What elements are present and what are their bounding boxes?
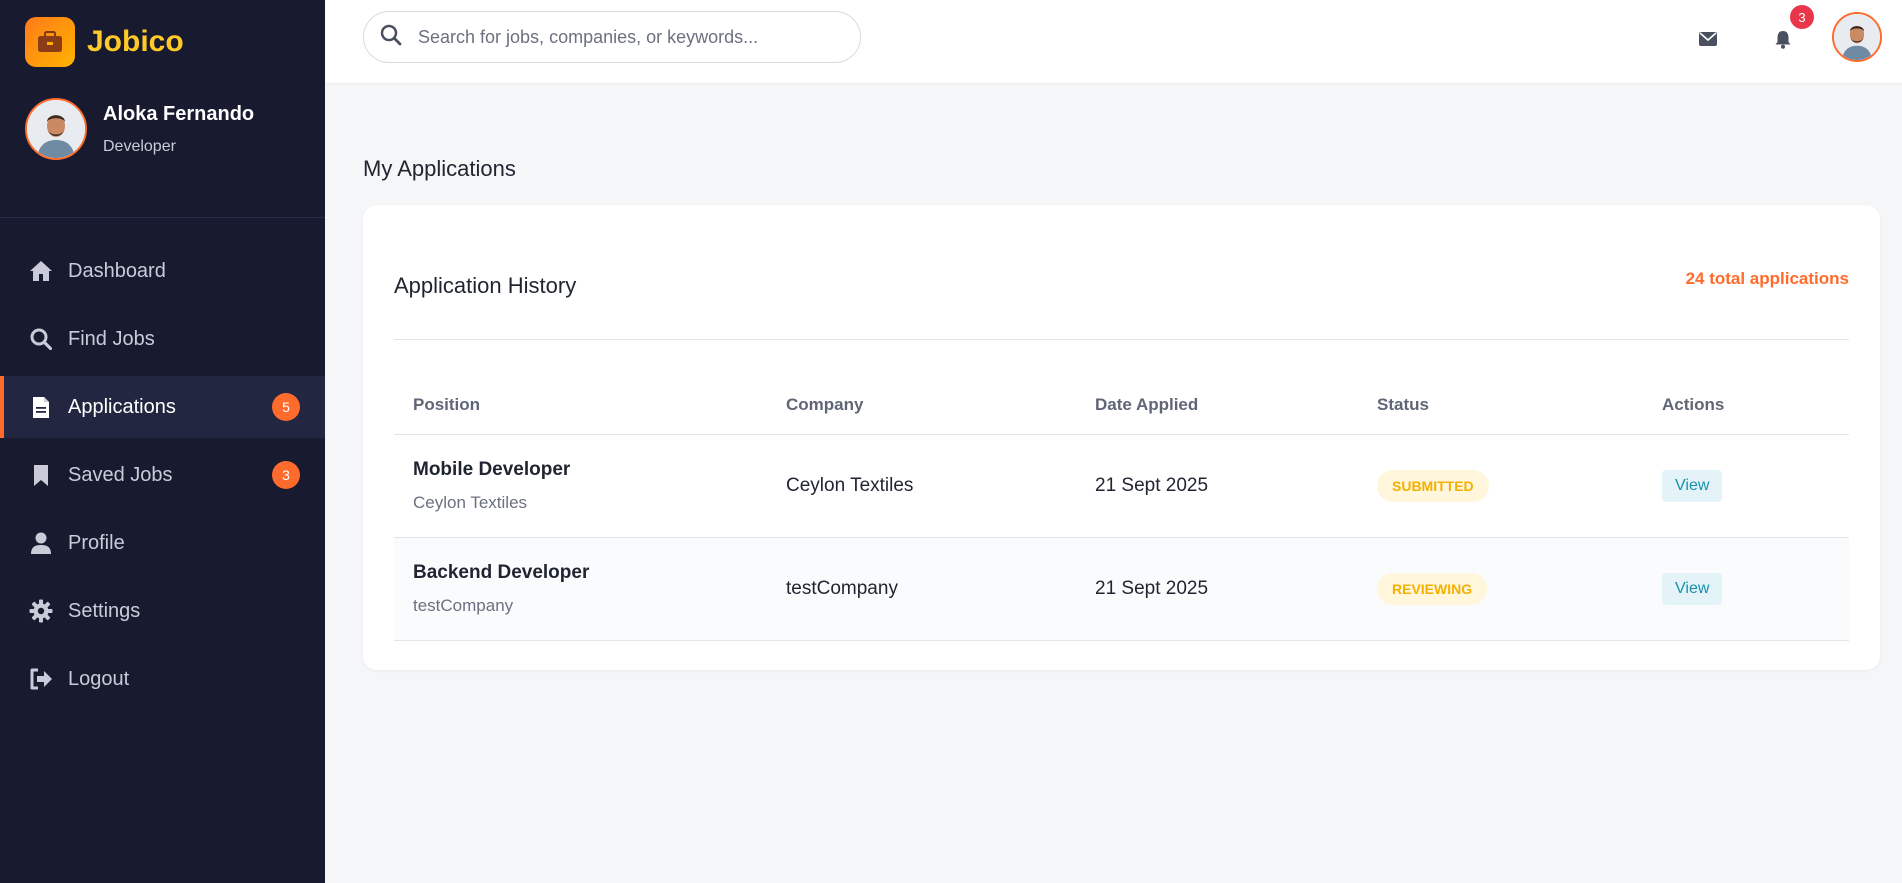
column-header-position: Position — [413, 394, 481, 414]
company-cell: Ceylon Textiles — [786, 475, 914, 496]
status-badge: SUBMITTED — [1377, 470, 1489, 502]
sidebar-item-applications[interactable]: Applications 5 — [0, 376, 325, 438]
home-icon — [28, 258, 54, 284]
applications-card: Application History 24 total application… — [363, 205, 1880, 670]
brand-name: Jobico — [87, 25, 184, 58]
document-icon — [28, 394, 54, 420]
card-title: Application History — [394, 273, 577, 298]
sidebar-item-label: Settings — [68, 599, 141, 622]
table-row: Backend Developer testCompany testCompan… — [394, 538, 1849, 641]
date-applied-cell: 21 Sept 2025 — [1095, 578, 1209, 599]
sidebar-item-label: Dashboard — [68, 259, 166, 282]
gear-icon — [28, 598, 54, 624]
position-company: Ceylon Textiles — [413, 493, 528, 512]
sidebar-item-saved-jobs[interactable]: Saved Jobs 3 — [0, 444, 325, 506]
sidebar-item-label: Saved Jobs — [68, 463, 173, 486]
sidebar-divider — [0, 217, 325, 218]
header-avatar[interactable] — [1832, 12, 1882, 62]
table-header: Position Company Date Applied Status Act… — [394, 375, 1849, 435]
position-company: testCompany — [413, 596, 514, 615]
user-icon — [28, 530, 54, 556]
column-header-status: Status — [1377, 394, 1429, 414]
briefcase-icon — [25, 17, 75, 67]
column-header-company: Company — [786, 394, 864, 414]
page-title: My Applications — [363, 156, 516, 181]
divider — [394, 339, 1849, 340]
bookmark-icon — [28, 462, 54, 488]
total-applications-count: 24 total applications — [1685, 269, 1849, 288]
position-title: Backend Developer — [413, 562, 590, 583]
sidebar-item-find-jobs[interactable]: Find Jobs — [0, 308, 325, 370]
user-profile[interactable]: Aloka Fernando Developer — [25, 98, 254, 160]
table-row: Mobile Developer Ceylon Textiles Ceylon … — [394, 435, 1849, 538]
avatar — [25, 98, 87, 160]
sidebar-nav: Dashboard Find Jobs Applications 5 Saved… — [0, 240, 325, 716]
sidebar-item-label: Profile — [68, 531, 125, 554]
column-header-actions: Actions — [1662, 394, 1725, 414]
sidebar-item-label: Logout — [68, 667, 130, 690]
applications-table: Position Company Date Applied Status Act… — [394, 375, 1849, 641]
view-button[interactable]: View — [1662, 573, 1723, 605]
applications-count-badge: 5 — [272, 393, 300, 421]
position-title: Mobile Developer — [413, 459, 571, 480]
view-button[interactable]: View — [1662, 470, 1723, 502]
notification-badge: 3 — [1790, 5, 1814, 29]
sidebar-item-dashboard[interactable]: Dashboard — [0, 240, 325, 302]
sidebar-item-label: Applications — [68, 395, 176, 418]
search-box[interactable] — [363, 11, 861, 63]
logout-icon — [28, 666, 54, 692]
top-header: 3 — [325, 0, 1902, 83]
column-header-date-applied: Date Applied — [1095, 394, 1199, 414]
sidebar-item-logout[interactable]: Logout — [0, 648, 325, 710]
search-icon — [380, 24, 402, 51]
bell-icon[interactable] — [1768, 24, 1798, 54]
company-cell: testCompany — [786, 578, 898, 599]
date-applied-cell: 21 Sept 2025 — [1095, 475, 1209, 496]
user-role: Developer — [103, 137, 176, 155]
brand[interactable]: Jobico — [25, 17, 184, 67]
search-input[interactable] — [416, 25, 840, 49]
saved-jobs-count-badge: 3 — [272, 461, 300, 489]
search-icon — [28, 326, 54, 352]
sidebar-item-profile[interactable]: Profile — [0, 512, 325, 574]
sidebar-item-label: Find Jobs — [68, 327, 155, 350]
status-badge: REVIEWING — [1377, 573, 1488, 605]
sidebar-item-settings[interactable]: Settings — [0, 580, 325, 642]
envelope-icon[interactable] — [1693, 24, 1723, 54]
sidebar: Jobico Aloka Fernando Developer Dashboar… — [0, 0, 325, 883]
user-name: Aloka Fernando — [103, 102, 255, 125]
